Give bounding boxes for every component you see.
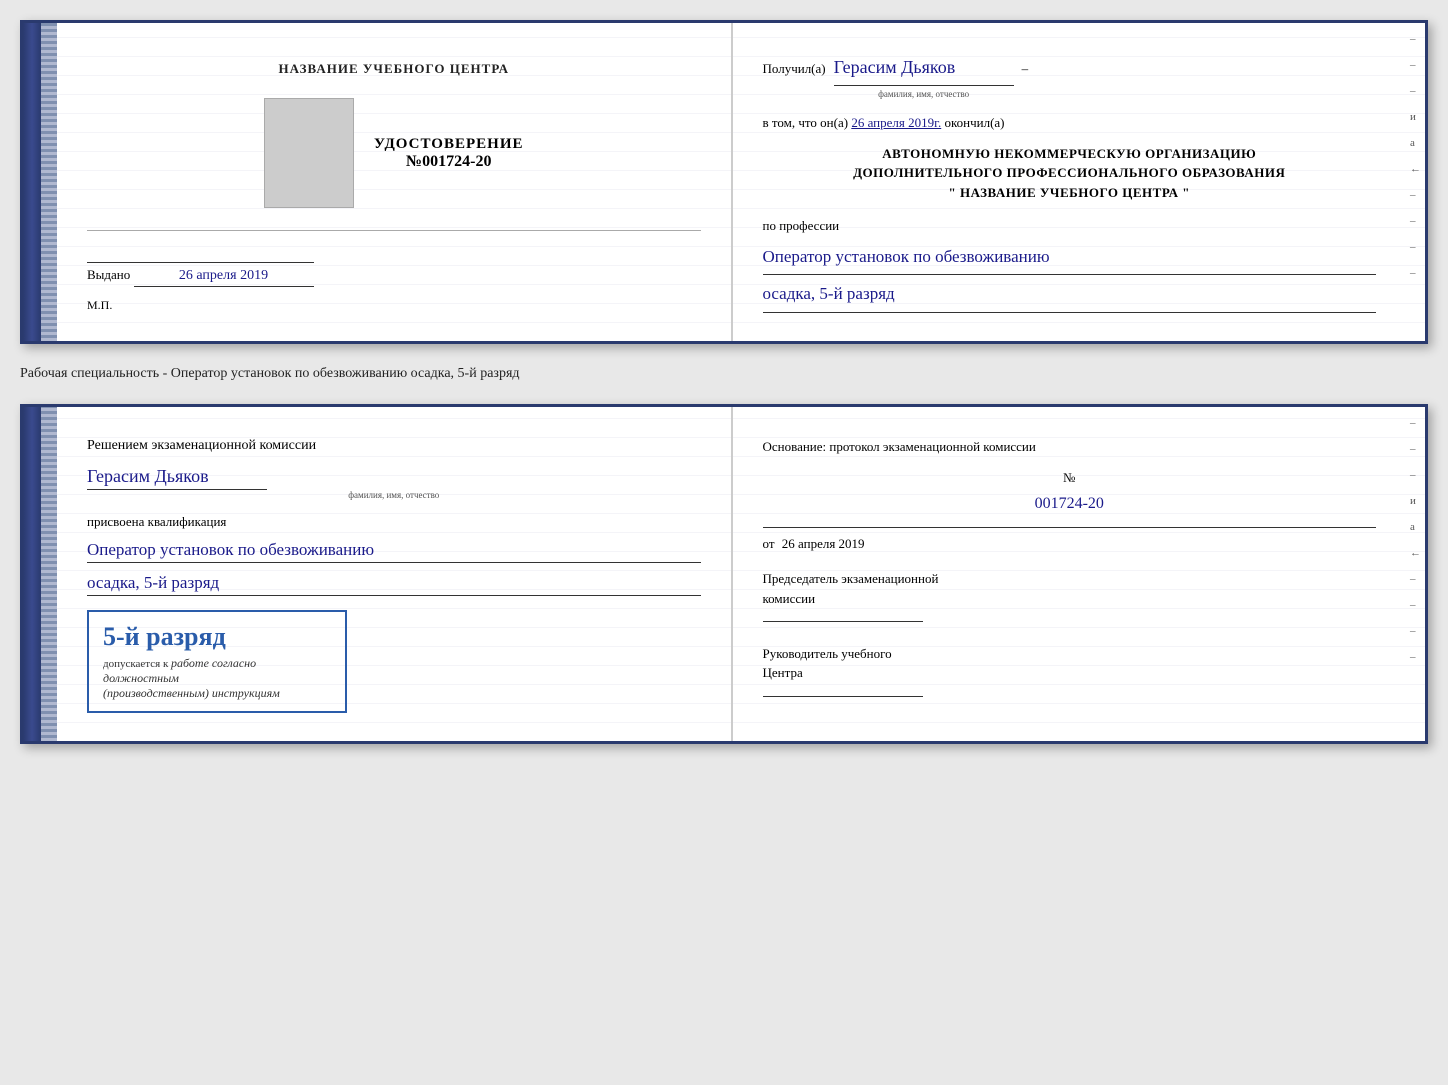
cert-title: УДОСТОВЕРЕНИЕ: [374, 136, 524, 153]
caption-text: Рабочая специальность - Оператор установ…: [20, 362, 1428, 386]
recipient-name: Герасим Дьяков: [834, 51, 1014, 86]
date-from: от 26 апреля 2019: [763, 527, 1377, 555]
page-wrapper: НАЗВАНИЕ УЧЕБНОГО ЦЕНТРА УДОСТОВЕРЕНИЕ №…: [20, 20, 1428, 744]
doc1-left-page: НАЗВАНИЕ УЧЕБНОГО ЦЕНТРА УДОСТОВЕРЕНИЕ №…: [57, 23, 733, 341]
document-card-2: Решением экзаменационной комиссии Гераси…: [20, 404, 1428, 744]
dash-marks-2: – – – и а ← – – – –: [1406, 407, 1425, 741]
qualification-line2: осадка, 5-й разряд: [87, 573, 701, 596]
side-strip-left-2: [41, 407, 57, 741]
chairman-signature-line: [763, 621, 923, 622]
assigned-label: присвоена квалификация: [87, 514, 701, 530]
decision-title: Решением экзаменационной комиссии: [87, 435, 701, 456]
stamp-instructions: (производственным) инструкциям: [103, 686, 331, 701]
protocol-number: 001724-20: [763, 490, 1377, 519]
stamp-box: 5-й разряд допускается к работе согласно…: [87, 610, 347, 713]
leader-block: Руководитель учебного Центра: [763, 644, 1377, 703]
side-strip-left-1: [41, 23, 57, 341]
person-name: Герасим Дьяков: [87, 466, 267, 490]
stamp-rank: 5-й разряд: [103, 622, 331, 652]
doc-spine-1: [23, 23, 41, 341]
doc-spine-2: [23, 407, 41, 741]
profession-name: Оператор установок по обезвоживанию: [763, 242, 1377, 276]
person-name-block: Герасим Дьяков фамилия, имя, отчество: [87, 466, 701, 500]
basis-title: Основание: протокол экзаменационной коми…: [763, 435, 1377, 458]
chairman-block: Председатель экзаменационной комиссии: [763, 569, 1377, 628]
mp-label: М.П.: [87, 298, 112, 313]
leader-signature-line: [763, 696, 923, 697]
completion-date: 26 апреля 2019г.: [851, 115, 941, 130]
stamp-allowed: допускается к работе согласно должностны…: [103, 656, 331, 686]
cert-issued: Выдано 26 апреля 2019: [87, 262, 314, 287]
cert-issued-date: 26 апреля 2019: [134, 268, 314, 287]
doc2-right-page: Основание: протокол экзаменационной коми…: [733, 407, 1407, 741]
dash-marks-1: – – – и а ← – – – –: [1406, 23, 1425, 341]
date-line: в том, что он(а) 26 апреля 2019г. окончи…: [763, 111, 1377, 134]
school-name-top: НАЗВАНИЕ УЧЕБНОГО ЦЕНТРА: [278, 61, 509, 77]
doc2-left-page: Решением экзаменационной комиссии Гераси…: [57, 407, 733, 741]
rank-text-1: осадка, 5-й разряд: [763, 279, 1377, 313]
doc1-right-page: Получил(а) Герасим Дьяков фамилия, имя, …: [733, 23, 1407, 341]
document-card-1: НАЗВАНИЕ УЧЕБНОГО ЦЕНТРА УДОСТОВЕРЕНИЕ №…: [20, 20, 1428, 344]
recipient-line: Получил(а) Герасим Дьяков фамилия, имя, …: [763, 51, 1377, 103]
cert-photo: [264, 98, 354, 208]
qualification-line1: Оператор установок по обезвоживанию: [87, 540, 701, 563]
cert-number: №001724-20: [374, 153, 524, 171]
profession-label: по профессии: [763, 214, 1377, 237]
org-block: АВТОНОМНУЮ НЕКОММЕРЧЕСКУЮ ОРГАНИЗАЦИЮ ДО…: [763, 144, 1377, 203]
